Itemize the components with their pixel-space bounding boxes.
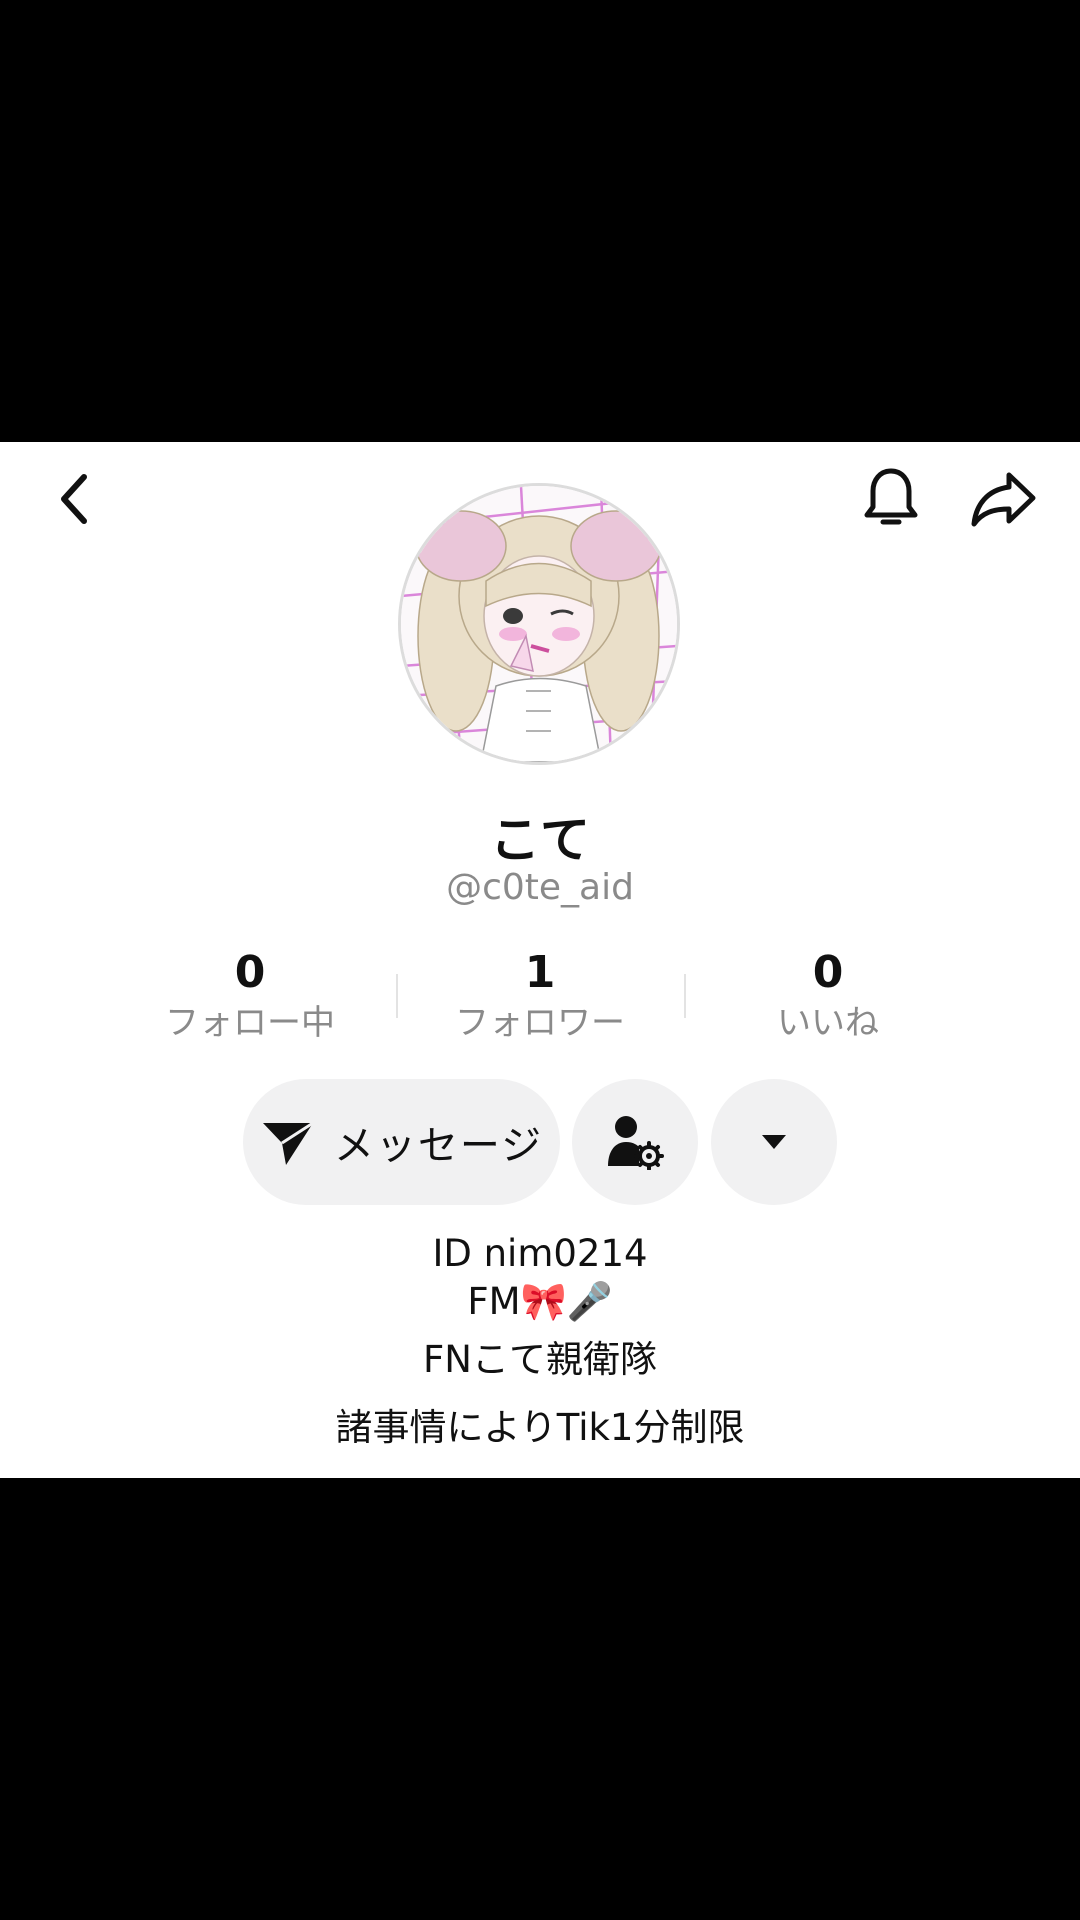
following-label: フォロー中 [165, 1003, 335, 1043]
followers-stat[interactable]: 1 フォロワー [410, 947, 670, 1045]
caret-down-icon [762, 1135, 786, 1149]
notification-bell-button[interactable] [856, 460, 926, 536]
bio-line: 諸事情によりTik1分制限 [335, 1406, 745, 1449]
share-arrow-icon [971, 472, 1036, 527]
back-button[interactable] [44, 464, 104, 534]
following-count: 0 [234, 947, 266, 998]
followers-count: 1 [524, 947, 556, 998]
friend-settings-button[interactable] [572, 1079, 698, 1205]
likes-label: いいね [777, 1003, 879, 1043]
profile-card: こて @c0te_aid 0 フォロー中 1 フォロワー 0 いいね メッセージ [0, 442, 1080, 1478]
send-icon [262, 1121, 314, 1165]
more-options-button[interactable] [711, 1079, 837, 1205]
display-name: こて [490, 811, 590, 869]
stat-divider [684, 974, 686, 1018]
bio-line: ID nim0214 [432, 1232, 648, 1275]
likes-count: 0 [812, 947, 844, 998]
likes-stat[interactable]: 0 いいね [698, 947, 958, 1045]
stat-divider [396, 974, 398, 1018]
chevron-left-icon [61, 474, 87, 524]
bio-line: FM🎀🎤 [467, 1280, 613, 1323]
avatar-illustration [401, 486, 677, 762]
share-button[interactable] [964, 464, 1044, 534]
avatar[interactable] [401, 486, 677, 762]
username-handle: @c0te_aid [446, 867, 634, 908]
user-settings-icon [608, 1116, 664, 1170]
screen: こて @c0te_aid 0 フォロー中 1 フォロワー 0 いいね メッセージ [0, 0, 1080, 1920]
message-button[interactable]: メッセージ [243, 1079, 560, 1205]
bio-line: FNこて親衛隊 [423, 1338, 657, 1381]
bell-icon [864, 468, 918, 525]
followers-label: フォロワー [455, 1003, 625, 1043]
following-stat[interactable]: 0 フォロー中 [120, 947, 380, 1045]
message-button-label: メッセージ [333, 1123, 544, 1169]
